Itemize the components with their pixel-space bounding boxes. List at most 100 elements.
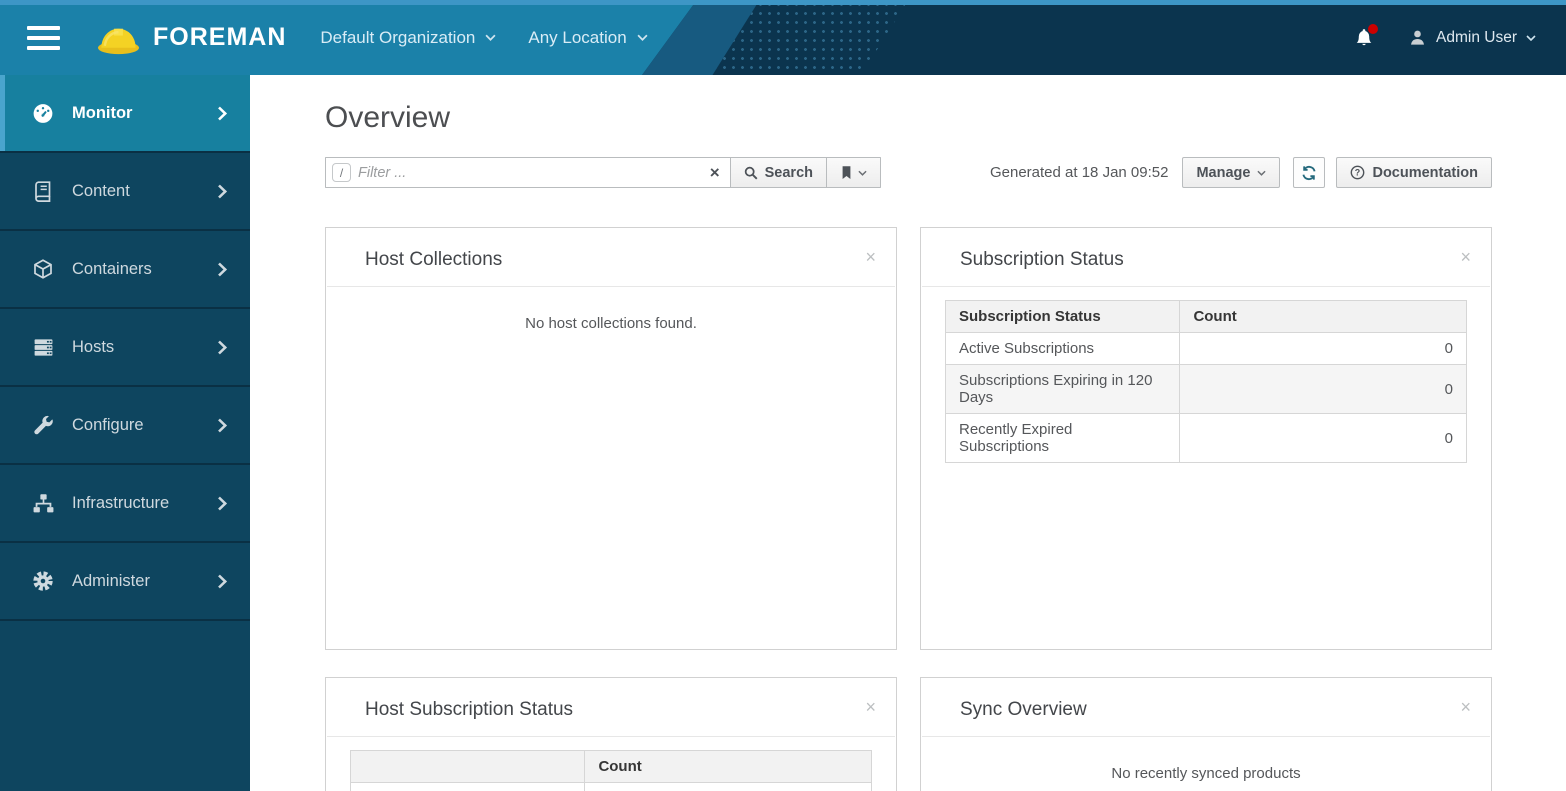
tachometer-icon: [30, 101, 56, 125]
filter-box: / ×: [325, 157, 730, 188]
card-title: Host Subscription Status: [365, 699, 574, 720]
bookmark-dropdown-button[interactable]: [827, 157, 881, 188]
chevron-down-icon: [485, 34, 496, 41]
table-row: Subscriptions Expiring in 120 Days 0: [944, 364, 1467, 414]
chevron-right-icon: [216, 105, 228, 122]
sitemap-icon: [30, 492, 56, 515]
chevron-right-icon: [216, 573, 228, 590]
chevron-down-icon: [1526, 34, 1536, 41]
search-button-label: Search: [764, 164, 813, 181]
location-selector-label: Any Location: [528, 27, 627, 47]
sidebar-item-label: Content: [72, 181, 130, 200]
toolbar: / × Search: [325, 157, 1492, 188]
sidebar-item-administer[interactable]: Administer: [0, 543, 250, 621]
keyboard-shortcut-badge: /: [332, 163, 351, 182]
sidebar-item-label: Infrastructure: [72, 493, 170, 512]
notifications-button[interactable]: [1354, 24, 1379, 48]
host-collections-card: Host Collections × No host collections f…: [325, 227, 897, 650]
search-group: / × Search: [325, 157, 881, 188]
question-circle-icon: ?: [1350, 165, 1365, 180]
card-title: Subscription Status: [960, 249, 1124, 270]
hamburger-menu-icon[interactable]: [27, 25, 60, 50]
sidebar-item-configure[interactable]: Configure: [0, 387, 250, 465]
user-name: Admin User: [1436, 28, 1517, 46]
page-title: Overview: [325, 101, 451, 134]
manage-dropdown-button[interactable]: Manage: [1182, 157, 1281, 188]
row-label: Recently Expired Subscriptions: [944, 413, 1181, 463]
search-button[interactable]: Search: [729, 157, 827, 188]
refresh-icon: [1301, 165, 1317, 181]
chevron-right-icon: [216, 261, 228, 278]
close-icon[interactable]: ×: [1460, 248, 1471, 266]
sidebar-item-label: Configure: [72, 415, 144, 434]
sidebar-item-hosts[interactable]: Hosts: [0, 309, 250, 387]
user-menu[interactable]: Admin User: [1408, 28, 1536, 47]
row-label: Subscriptions Expiring in 120 Days: [944, 364, 1181, 414]
chevron-down-icon: [858, 170, 867, 176]
sidebar-item-label: Containers: [72, 259, 152, 278]
cube-icon: [30, 258, 56, 280]
row-count: 0: [1179, 413, 1467, 463]
row-count: 0: [1179, 332, 1467, 365]
sidebar-item-label: Hosts: [72, 337, 115, 356]
sidebar-item-label: Administer: [72, 571, 150, 590]
table-row: Invalid 0: [349, 782, 872, 791]
clear-filter-icon[interactable]: ×: [710, 164, 720, 181]
svg-text:?: ?: [1355, 168, 1360, 178]
chevron-right-icon: [216, 495, 228, 512]
close-icon[interactable]: ×: [865, 248, 876, 266]
sidebar-nav: Monitor Content Containers Hosts Configu…: [0, 75, 250, 791]
subscription-status-card: Subscription Status × Subscription Statu…: [920, 227, 1492, 650]
subscription-status-table: Subscription Status Count Active Subscri…: [944, 300, 1467, 463]
card-title: Host Collections: [365, 249, 503, 270]
card-title: Sync Overview: [960, 699, 1087, 720]
close-icon[interactable]: ×: [1460, 698, 1471, 716]
close-icon[interactable]: ×: [865, 698, 876, 716]
search-icon: [744, 166, 758, 180]
chevron-down-icon: [637, 34, 648, 41]
table-row: Active Subscriptions 0: [944, 332, 1467, 365]
chevron-right-icon: [216, 339, 228, 356]
chevron-down-icon: [1257, 170, 1267, 176]
bookmark-icon: [840, 165, 853, 180]
book-icon: [30, 180, 56, 202]
toolbar-right: Generated at 18 Jan 09:52 Manage ? Docum…: [990, 157, 1492, 188]
generated-timestamp: Generated at 18 Jan 09:52: [989, 164, 1169, 181]
empty-message: No host collections found.: [525, 315, 697, 332]
host-subscription-status-table: Count Invalid 0: [349, 750, 872, 791]
sidebar-item-containers[interactable]: Containers: [0, 231, 250, 309]
gear-icon: [30, 570, 56, 592]
top-navbar: FOREMAN Default Organization Any Locatio…: [0, 0, 1566, 75]
filter-input[interactable]: [358, 158, 710, 187]
sidebar-item-content[interactable]: Content: [0, 153, 250, 231]
user-avatar-icon: [1408, 28, 1427, 47]
sync-overview-card: Sync Overview × No recently synced produ…: [920, 677, 1492, 791]
organization-selector[interactable]: Default Organization: [320, 28, 496, 48]
wrench-icon: [30, 414, 56, 437]
server-icon: [30, 336, 56, 359]
documentation-button[interactable]: ? Documentation: [1336, 157, 1492, 188]
column-header: Count: [1179, 300, 1467, 333]
row-count: 0: [1179, 364, 1467, 414]
documentation-button-label: Documentation: [1372, 164, 1478, 181]
sidebar-item-label: Monitor: [72, 103, 133, 122]
column-header: Count: [584, 750, 872, 783]
location-selector[interactable]: Any Location: [528, 27, 648, 48]
host-subscription-status-card: Host Subscription Status × Count Invalid: [325, 677, 897, 791]
row-label: Active Subscriptions: [944, 332, 1181, 365]
refresh-button[interactable]: [1293, 157, 1326, 188]
chevron-right-icon: [216, 417, 228, 434]
table-row: Recently Expired Subscriptions 0: [944, 413, 1467, 463]
column-header: Subscription Status: [944, 300, 1181, 333]
column-header: [349, 750, 586, 783]
chevron-right-icon: [216, 183, 228, 200]
foreman-logo[interactable]: FOREMAN: [96, 18, 286, 58]
empty-message: No recently synced products: [1111, 765, 1301, 782]
notification-badge: [1368, 24, 1379, 34]
hardhat-icon: [96, 18, 141, 58]
sidebar-item-monitor[interactable]: Monitor: [0, 75, 250, 153]
organization-selector-label: Default Organization: [320, 27, 476, 47]
sidebar-item-infrastructure[interactable]: Infrastructure: [0, 465, 250, 543]
brand-name: FOREMAN: [153, 23, 287, 51]
manage-button-label: Manage: [1196, 164, 1251, 181]
